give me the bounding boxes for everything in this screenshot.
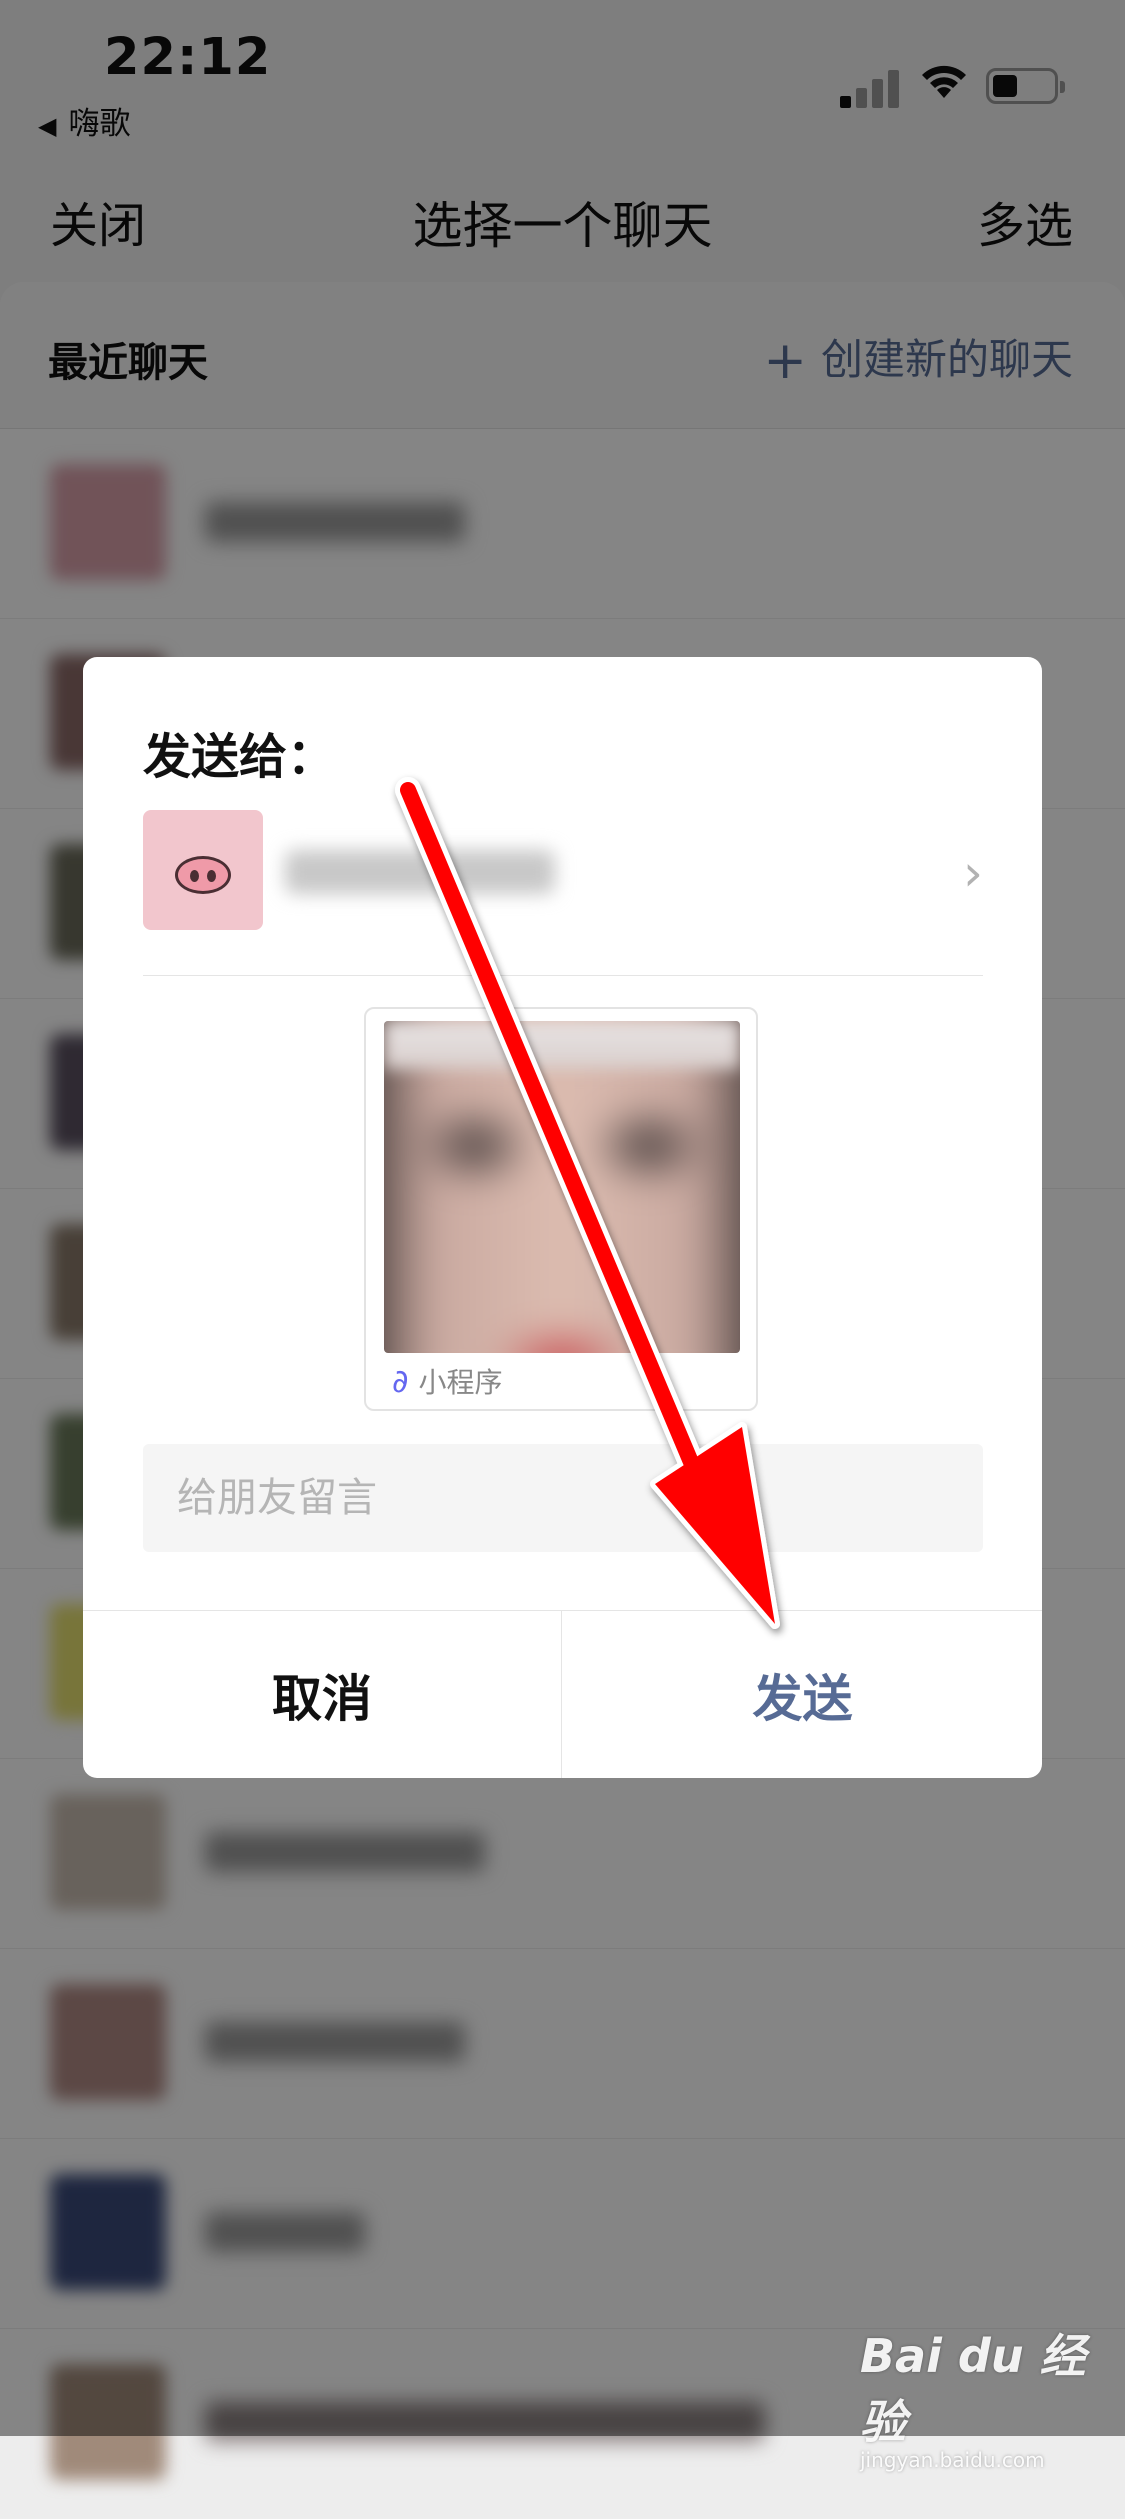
send-confirm-dialog: 发送给： › ∂ 小程序 取消 发送 (83, 657, 1042, 1778)
cancel-button[interactable]: 取消 (83, 1611, 562, 1778)
send-to-label: 发送给： (143, 729, 336, 785)
watermark-brand: Bai du 经验 (860, 2329, 1086, 2449)
watermark-url: jingyan.baidu.com (860, 2448, 1045, 2472)
mini-program-card: ∂ 小程序 (364, 1007, 758, 1411)
dialog-actions: 取消 发送 (83, 1610, 1042, 1778)
recipient-row[interactable]: › (143, 810, 983, 930)
card-type-label: 小程序 (418, 1366, 503, 1399)
recipient-avatar (143, 810, 263, 930)
chevron-right-icon: › (963, 844, 983, 902)
send-button[interactable]: 发送 (563, 1611, 1042, 1778)
card-preview-image (384, 1021, 740, 1353)
message-input[interactable] (143, 1444, 983, 1552)
divider (143, 975, 983, 976)
card-footer: ∂ 小程序 (392, 1361, 503, 1401)
baidu-jingyan-watermark: Bai du 经验 jingyan.baidu.com (860, 2320, 1110, 2472)
recipient-name-blurred (285, 850, 555, 894)
mini-program-icon: ∂ (392, 1362, 409, 1400)
pig-nose-icon (175, 856, 231, 894)
